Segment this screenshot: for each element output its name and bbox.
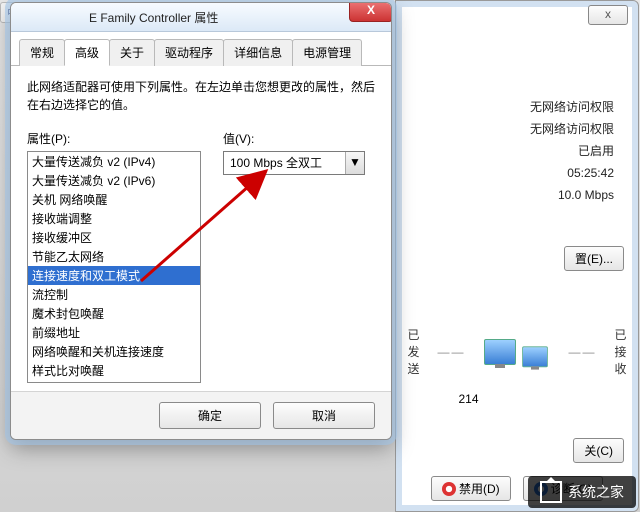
dialog-footer: 确定 取消	[11, 391, 391, 439]
chevron-down-icon[interactable]: ▼	[345, 152, 364, 174]
tab-strip: 常规 高级 关于 驱动程序 详细信息 电源管理	[11, 32, 391, 66]
list-item[interactable]: 节能乙太网络	[28, 247, 200, 266]
sent-value: 214	[458, 392, 478, 406]
settings-button[interactable]: 置(E)...	[564, 246, 624, 271]
combo-value: 100 Mbps 全双工	[224, 152, 345, 174]
list-item[interactable]: 关机 网络唤醒	[28, 190, 200, 209]
list-item[interactable]: 网络唤醒和关机连接速度	[28, 342, 200, 361]
tab-driver[interactable]: 驱动程序	[154, 39, 224, 66]
dash-icon: ——	[438, 345, 466, 359]
value-combobox[interactable]: 100 Mbps 全双工 ▼	[223, 151, 365, 175]
list-item[interactable]: 大量传送减负 v2 (IPv6)	[28, 171, 200, 190]
list-item-selected[interactable]: 连接速度和双工模式	[28, 266, 200, 285]
ok-button[interactable]: 确定	[159, 402, 261, 429]
status-line: 已启用	[410, 140, 614, 162]
properties-dialog: E Family Controller 属性 X 常规 高级 关于 驱动程序 详…	[10, 2, 392, 440]
sent-label: 已发送	[407, 326, 419, 377]
activity-icon	[484, 339, 551, 365]
dialog-close-button[interactable]: X	[349, 2, 392, 22]
status-line: 10.0 Mbps	[410, 184, 614, 206]
status-line: 无网络访问权限	[410, 118, 614, 140]
recv-label: 已接收	[615, 326, 627, 377]
list-item[interactable]: 前缀地址	[28, 323, 200, 342]
monitor-icon	[484, 339, 516, 365]
status-line: 无网络访问权限	[410, 96, 614, 118]
dialog-body: 此网络适配器可使用下列属性。在左边单击您想更改的属性，然后在右边选择它的值。 属…	[11, 66, 391, 391]
dialog-title-text: E Family Controller 属性	[89, 9, 218, 26]
close-button[interactable]: 关(C)	[573, 438, 624, 463]
dash-icon: ——	[569, 345, 597, 359]
network-status-window: x 无网络访问权限 无网络访问权限 已启用 05:25:42 10.0 Mbps…	[395, 0, 639, 512]
block-icon	[442, 482, 456, 496]
list-item[interactable]: 接收缓冲区	[28, 228, 200, 247]
connection-status-block: 无网络访问权限 无网络访问权限 已启用 05:25:42 10.0 Mbps	[410, 96, 624, 206]
watermark-logo: 系统之家	[528, 476, 636, 508]
cancel-button[interactable]: 取消	[273, 402, 375, 429]
dialog-titlebar[interactable]: E Family Controller 属性 X	[11, 3, 391, 32]
tab-general[interactable]: 常规	[19, 39, 65, 66]
list-item[interactable]: 接收端调整	[28, 209, 200, 228]
disable-button[interactable]: 禁用(D)	[431, 476, 511, 501]
list-item[interactable]: 魔术封包唤醒	[28, 304, 200, 323]
value-column: 值(V): 100 Mbps 全双工 ▼	[223, 130, 375, 383]
monitor-icon	[522, 346, 548, 367]
watermark-text: 系统之家	[568, 482, 624, 502]
list-item[interactable]: 流控制	[28, 285, 200, 304]
property-label: 属性(P):	[27, 130, 201, 147]
tab-power[interactable]: 电源管理	[292, 39, 362, 66]
list-item[interactable]: 优先级和VLAN	[28, 380, 200, 383]
tab-advanced[interactable]: 高级	[64, 39, 110, 66]
house-icon	[540, 481, 562, 503]
bg-close-button[interactable]: x	[588, 5, 628, 25]
list-item[interactable]: 大量传送减负 v2 (IPv4)	[28, 152, 200, 171]
status-line: 05:25:42	[410, 162, 614, 184]
value-label: 值(V):	[223, 130, 375, 147]
property-listbox[interactable]: 大量传送减负 v2 (IPv4) 大量传送减负 v2 (IPv6) 关机 网络唤…	[27, 151, 201, 383]
tab-about[interactable]: 关于	[109, 39, 155, 66]
list-item[interactable]: 样式比对唤醒	[28, 361, 200, 380]
hint-text: 此网络适配器可使用下列属性。在左边单击您想更改的属性，然后在右边选择它的值。	[27, 78, 375, 114]
property-column: 属性(P): 大量传送减负 v2 (IPv4) 大量传送减负 v2 (IPv6)…	[27, 130, 201, 383]
tab-details[interactable]: 详细信息	[223, 39, 293, 66]
